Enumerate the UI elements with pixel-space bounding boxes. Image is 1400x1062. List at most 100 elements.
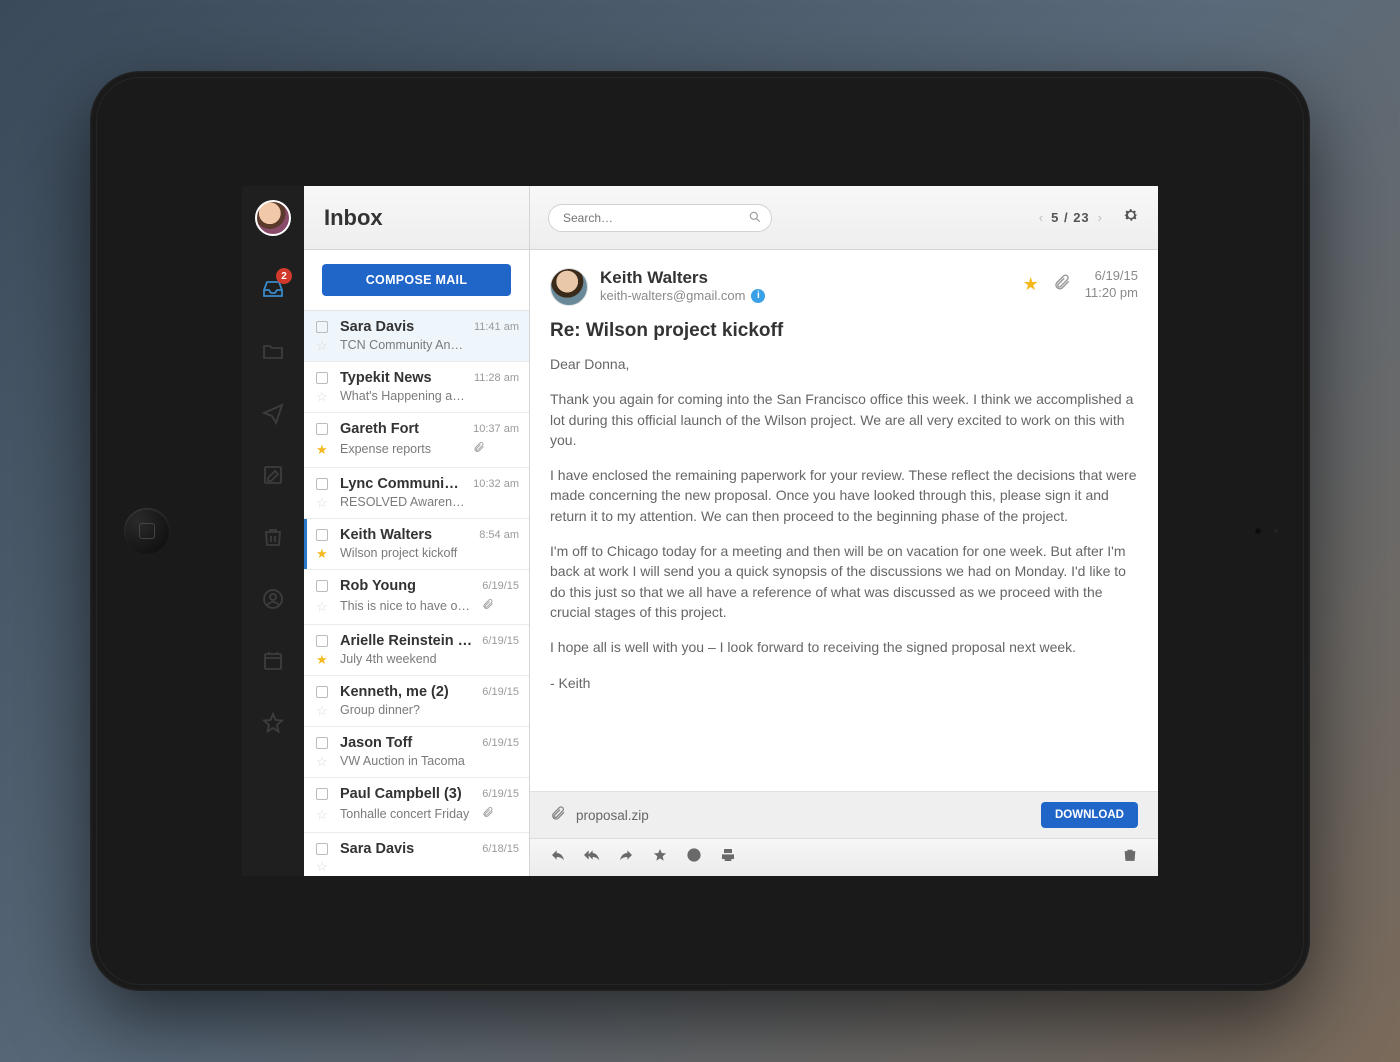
message-subject-preview: This is nice to have on hand for…: [340, 599, 474, 613]
nav-contacts[interactable]: [242, 568, 304, 630]
body-paragraph: I hope all is well with you – I look for…: [550, 637, 1138, 657]
print-button[interactable]: [720, 847, 736, 868]
sender-avatar[interactable]: [550, 268, 588, 306]
star-button[interactable]: [652, 847, 668, 868]
message-item[interactable]: Typekit News11:28 am☆What's Happening at…: [304, 362, 529, 413]
message-sender: Kenneth, me (2): [340, 684, 474, 700]
reading-pane: ‹ 5 / 23 › Keith Walters keith-walters@g…: [530, 186, 1158, 876]
sender-email: keith-walters@gmail.com: [600, 288, 745, 303]
message-time: 6/19/15: [482, 635, 519, 647]
message-item[interactable]: Kenneth, me (2)6/19/15☆Group dinner?: [304, 676, 529, 727]
message-checkbox[interactable]: [316, 321, 328, 333]
settings-button[interactable]: [1122, 206, 1140, 229]
message-checkbox[interactable]: [316, 580, 328, 592]
message-sender: Typekit News: [340, 370, 466, 386]
nav-starred[interactable]: [242, 692, 304, 754]
message-subject-preview: What's Happening at Typekit…: [340, 389, 466, 403]
star-icon[interactable]: ★: [316, 653, 332, 666]
message-sender: Arielle Reinstein (5): [340, 633, 474, 649]
nav-calendar[interactable]: [242, 630, 304, 692]
message-item[interactable]: Rob Young6/19/15☆This is nice to have on…: [304, 570, 529, 625]
nav-folders[interactable]: [242, 320, 304, 382]
pager-position: 5 / 23: [1051, 210, 1090, 225]
sensor-icon: [1274, 529, 1278, 533]
message-sender: Jason Toff: [340, 735, 474, 751]
compose-button[interactable]: COMPOSE MAIL: [322, 264, 511, 296]
star-icon[interactable]: ☆: [316, 808, 332, 821]
attachment-indicator-icon: [482, 805, 519, 823]
delete-button[interactable]: [1122, 847, 1138, 868]
pager-prev[interactable]: ‹: [1039, 210, 1043, 225]
search-icon[interactable]: [748, 210, 762, 229]
message-timestamp: 6/19/15 11:20 pm: [1085, 268, 1138, 302]
star-icon[interactable]: ☆: [316, 860, 332, 873]
star-icon[interactable]: ☆: [316, 704, 332, 717]
message-item[interactable]: Keith Walters8:54 am★Wilson project kick…: [304, 519, 529, 570]
star-icon[interactable]: ★: [316, 547, 332, 560]
star-icon[interactable]: ☆: [316, 600, 332, 613]
message-checkbox[interactable]: [316, 423, 328, 435]
message-list-panel: Inbox COMPOSE MAIL Sara Davis11:41 am☆TC…: [304, 186, 530, 876]
reply-all-button[interactable]: [584, 847, 600, 868]
search-field: [548, 204, 772, 232]
message-time: 11:20 pm: [1085, 285, 1138, 302]
message-item[interactable]: Sara Davis6/18/15☆: [304, 833, 529, 876]
attachment-name[interactable]: proposal.zip: [576, 808, 1031, 823]
message-date: 6/19/15: [1085, 268, 1138, 285]
attachment-indicator-icon: [473, 440, 519, 458]
message-meta: Keith Walters keith-walters@gmail.com i …: [530, 250, 1158, 316]
reply-button[interactable]: [550, 847, 566, 868]
message-item[interactable]: Arielle Reinstein (5)6/19/15★July 4th we…: [304, 625, 529, 676]
message-checkbox[interactable]: [316, 686, 328, 698]
user-avatar[interactable]: [255, 200, 291, 236]
star-icon[interactable]: ☆: [316, 755, 332, 768]
nav-inbox[interactable]: 2: [242, 258, 304, 320]
message-subject: Re: Wilson project kickoff: [530, 316, 1158, 354]
message-item[interactable]: Paul Campbell (3)6/19/15☆Tonhalle concer…: [304, 778, 529, 833]
message-checkbox[interactable]: [316, 843, 328, 855]
nav-rail: 2: [242, 186, 304, 876]
message-checkbox[interactable]: [316, 737, 328, 749]
inbox-badge: 2: [276, 268, 292, 284]
message-list[interactable]: Sara Davis11:41 am☆TCN Community Announc…: [304, 311, 529, 876]
pager-next[interactable]: ›: [1098, 210, 1102, 225]
action-bar: [530, 838, 1158, 876]
star-icon[interactable]: ★: [1023, 274, 1039, 295]
message-checkbox[interactable]: [316, 478, 328, 490]
message-item[interactable]: Gareth Fort10:37 am★Expense reports: [304, 413, 529, 468]
message-time: 6/19/15: [482, 788, 519, 800]
compose-wrap: COMPOSE MAIL: [304, 250, 529, 311]
message-checkbox[interactable]: [316, 529, 328, 541]
message-item[interactable]: Lync Communica…10:32 am☆RESOLVED Awarene…: [304, 468, 529, 519]
message-time: 10:37 am: [473, 423, 519, 435]
message-item[interactable]: Jason Toff6/19/15☆VW Auction in Tacoma: [304, 727, 529, 778]
message-time: 6/19/15: [482, 737, 519, 749]
message-time: 6/18/15: [482, 843, 519, 855]
message-checkbox[interactable]: [316, 788, 328, 800]
home-button[interactable]: [124, 508, 170, 554]
nav-trash[interactable]: [242, 506, 304, 568]
message-checkbox[interactable]: [316, 372, 328, 384]
message-sender: Sara Davis: [340, 319, 466, 335]
message-sender: Gareth Fort: [340, 421, 465, 437]
download-button[interactable]: DOWNLOAD: [1041, 802, 1138, 828]
star-icon[interactable]: ★: [316, 443, 332, 456]
reader-toolbar: ‹ 5 / 23 ›: [530, 186, 1158, 250]
star-icon[interactable]: ☆: [316, 496, 332, 509]
attachment-icon[interactable]: [1053, 273, 1071, 296]
message-checkbox[interactable]: [316, 635, 328, 647]
forward-button[interactable]: [618, 847, 634, 868]
assign-button[interactable]: [686, 847, 702, 868]
search-input[interactable]: [548, 204, 772, 232]
nav-drafts[interactable]: [242, 444, 304, 506]
message-subject-preview: TCN Community Announcement: [340, 338, 466, 352]
nav-sent[interactable]: [242, 382, 304, 444]
info-icon[interactable]: i: [751, 289, 765, 303]
sender-email-row: keith-walters@gmail.com i: [600, 288, 1011, 303]
message-time: 6/19/15: [482, 580, 519, 592]
message-item[interactable]: Sara Davis11:41 am☆TCN Community Announc…: [304, 311, 529, 362]
star-icon[interactable]: ☆: [316, 339, 332, 352]
star-icon[interactable]: ☆: [316, 390, 332, 403]
message-time: 8:54 am: [479, 529, 519, 541]
attachment-indicator-icon: [482, 597, 519, 615]
